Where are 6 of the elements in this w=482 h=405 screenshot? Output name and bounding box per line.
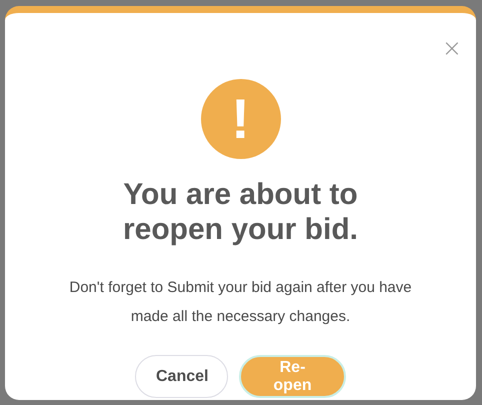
dialog-message: Don't forget to Submit your bid again after you have made all the necessary changes.	[69, 278, 412, 327]
close-button[interactable]: ×	[442, 35, 462, 61]
reopen-button[interactable]: Re-open	[239, 355, 346, 398]
cancel-button[interactable]: Cancel	[135, 355, 228, 398]
warning-icon: !	[200, 79, 280, 159]
dialog-title: You are about to reopen your bid.	[122, 177, 358, 247]
